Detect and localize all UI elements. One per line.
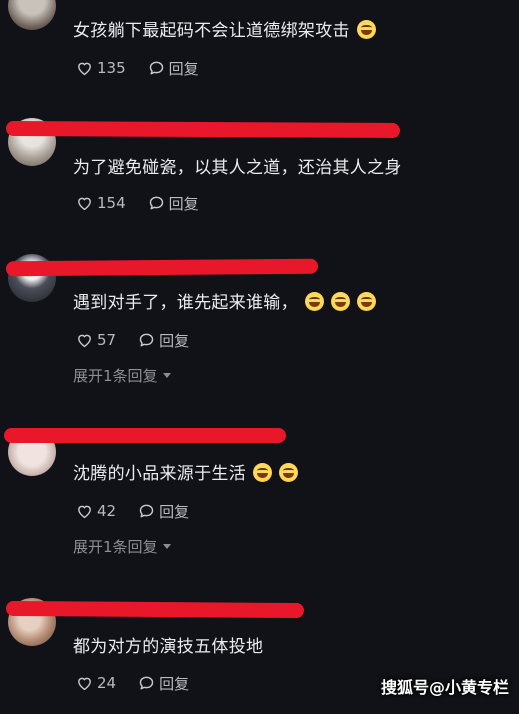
reply-label: 回复 — [168, 59, 199, 78]
laughing-tears-emoji-icon — [356, 292, 376, 311]
comment-actions: 135 回复 — [76, 58, 199, 78]
laughing-tears-emoji-icon — [330, 292, 350, 311]
comment-item: 女孩躺下最起码不会让道德绑架攻击 135 回复 — [0, 0, 519, 100]
comment-item: 遇到对手了，谁先起来谁输， 57 回复 展开1条回复 — [0, 236, 519, 406]
expand-replies-label: 展开1条回复 — [73, 538, 158, 556]
heart-icon — [78, 505, 91, 519]
reply-bubble-icon — [149, 196, 163, 210]
comment-text: 遇到对手了，谁先起来谁输， — [73, 288, 376, 313]
reply-button[interactable]: 回复 — [148, 193, 199, 214]
caret-down-icon — [162, 373, 171, 378]
redaction-mark — [5, 600, 305, 619]
redaction-mark — [5, 258, 319, 277]
reply-bubble-icon — [139, 504, 154, 518]
reply-label: 回复 — [168, 194, 199, 213]
avatar[interactable] — [8, 0, 56, 30]
redaction-mark — [4, 428, 286, 443]
reply-button[interactable]: 回复 — [138, 501, 189, 522]
smile-sweat-emoji-icon — [356, 20, 376, 39]
reply-button[interactable]: 回复 — [138, 673, 189, 694]
reply-bubble-icon — [149, 61, 163, 75]
reply-button[interactable]: 回复 — [138, 330, 189, 351]
expand-replies-button[interactable]: 展开1条回复 — [73, 536, 171, 557]
like-count: 154 — [97, 194, 126, 212]
comment-actions: 42 回复 — [76, 501, 189, 521]
caret-down-icon — [162, 544, 171, 549]
like-button[interactable]: 42 — [76, 502, 116, 520]
comment-text: 为了避免碰瓷，以其人之道，还治其人之身 — [73, 158, 402, 178]
heart-icon — [78, 677, 91, 691]
comment-item: 为了避免碰瓷，以其人之道，还治其人之身 154 回复 — [0, 100, 519, 236]
expand-replies-button[interactable]: 展开1条回复 — [73, 365, 171, 386]
comment-item: 沈腾的小品来源于生活 42 回复 展开1条回复 — [0, 406, 519, 576]
like-button[interactable]: 154 — [76, 194, 126, 212]
like-button[interactable]: 57 — [76, 331, 116, 349]
comment-text: 沈腾的小品来源于生活 — [73, 459, 298, 484]
heart-icon — [78, 62, 91, 76]
laughing-tears-emoji-icon — [304, 292, 324, 311]
watermark: 搜狐号@小黄专栏 — [380, 678, 509, 697]
like-button[interactable]: 24 — [76, 674, 116, 692]
heart-icon — [78, 197, 91, 211]
reply-button[interactable]: 回复 — [148, 58, 199, 79]
laughing-tears-emoji-icon — [253, 463, 272, 482]
reply-bubble-icon — [139, 333, 154, 347]
expand-replies-label: 展开1条回复 — [73, 367, 158, 385]
like-count: 24 — [97, 674, 117, 692]
comment-actions: 57 回复 — [76, 330, 189, 350]
like-count: 42 — [97, 502, 117, 520]
like-count: 135 — [97, 59, 126, 77]
reply-bubble-icon — [139, 676, 154, 690]
redaction-mark — [5, 120, 401, 139]
comment-actions: 24 回复 — [76, 673, 189, 693]
like-count: 57 — [97, 331, 117, 349]
comment-actions: 154 回复 — [76, 193, 199, 213]
comment-text: 都为对方的演技五体投地 — [73, 637, 264, 657]
reply-label: 回复 — [159, 674, 190, 693]
reply-label: 回复 — [159, 331, 190, 350]
laughing-tears-emoji-icon — [279, 463, 298, 482]
like-button[interactable]: 135 — [76, 59, 126, 77]
reply-label: 回复 — [159, 502, 190, 521]
heart-icon — [78, 334, 91, 348]
comment-text: 女孩躺下最起码不会让道德绑架攻击 — [73, 16, 376, 41]
